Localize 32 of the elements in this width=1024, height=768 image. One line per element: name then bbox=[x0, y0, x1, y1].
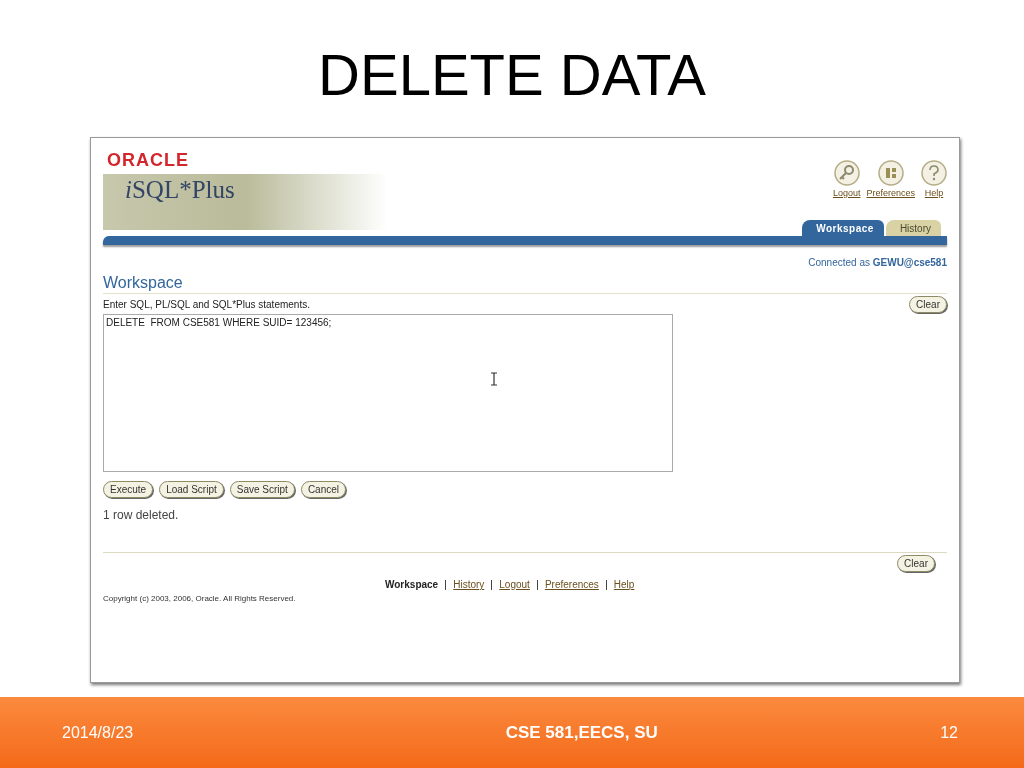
footer-link[interactable]: Logout bbox=[491, 580, 537, 590]
section-heading: Workspace bbox=[103, 274, 947, 294]
header-link[interactable]: Help bbox=[924, 188, 944, 198]
instructions-text: Enter SQL, PL/SQL and SQL*Plus statements. bbox=[103, 298, 310, 310]
tab[interactable]: Workspace bbox=[802, 220, 884, 236]
brand-logo: ORACLE bbox=[107, 150, 189, 171]
slide-number: 12 bbox=[940, 723, 958, 742]
clear-button[interactable]: Clear bbox=[897, 555, 935, 572]
footer-link[interactable]: History bbox=[445, 580, 492, 590]
footer-link[interactable]: Workspace bbox=[385, 580, 446, 590]
action-button[interactable]: Cancel bbox=[300, 481, 346, 498]
product-name: iSQL*Plus bbox=[125, 176, 235, 204]
clear-button[interactable]: Clear bbox=[909, 295, 947, 313]
key-icon[interactable] bbox=[833, 160, 860, 186]
text-cursor-icon bbox=[490, 372, 498, 386]
slide-date: 2014/8/23 bbox=[62, 723, 134, 742]
slide-course: CSE 581,EECS, SU bbox=[505, 722, 658, 743]
action-button[interactable]: Save Script bbox=[229, 481, 295, 498]
settings-icon[interactable] bbox=[877, 160, 904, 186]
action-button[interactable]: Execute bbox=[103, 481, 154, 498]
header-link[interactable]: Preferences bbox=[866, 188, 915, 198]
slide-title: DELETE DATA bbox=[318, 41, 706, 109]
sql-editor[interactable]: DELETE FROM CSE581 WHERE SUID= 123456; bbox=[103, 314, 673, 472]
help-icon[interactable] bbox=[921, 160, 947, 186]
header-link[interactable]: Logout bbox=[832, 188, 861, 198]
footer-link[interactable]: Help bbox=[605, 580, 642, 590]
tab[interactable]: History bbox=[885, 220, 941, 236]
connection-status: Connected as GEWU@cse581 bbox=[808, 257, 947, 268]
footer-link[interactable]: Preferences bbox=[536, 580, 606, 590]
action-button[interactable]: Load Script bbox=[159, 481, 224, 498]
copyright-text: Copyright (c) 2003, 2006, Oracle. All Rights Reserved. bbox=[103, 594, 296, 603]
result-message: 1 row deleted. bbox=[103, 508, 180, 522]
